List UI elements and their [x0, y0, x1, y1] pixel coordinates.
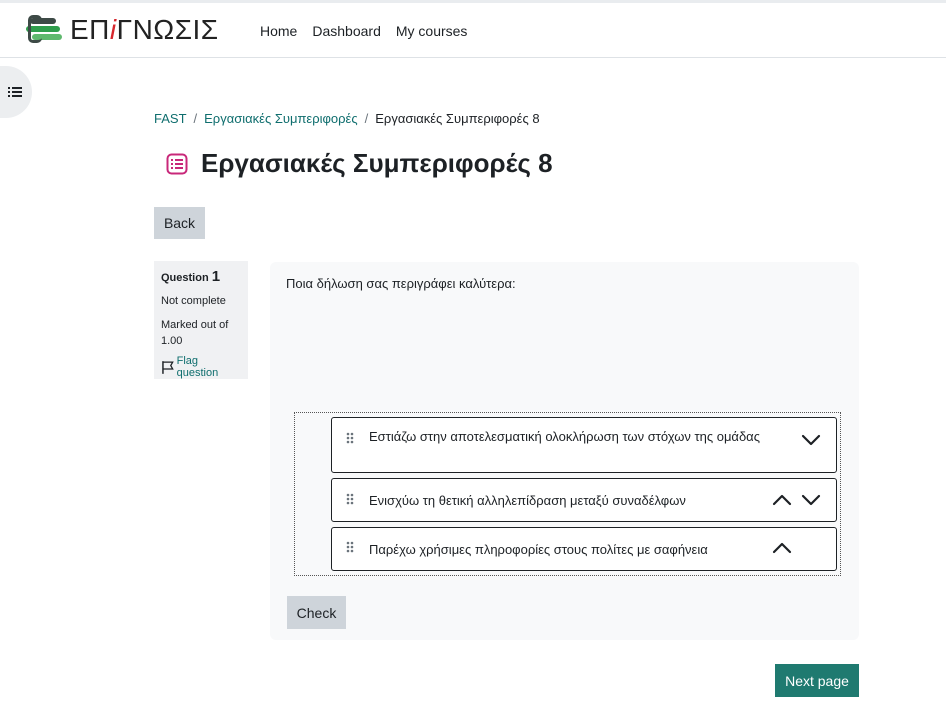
- breadcrumb-fast[interactable]: FAST: [154, 111, 187, 126]
- breadcrumb-separator: /: [193, 111, 198, 126]
- navbar: ΕΠiΓΝΩΣΙΣ Home Dashboard My courses: [0, 3, 946, 58]
- drag-handle-icon[interactable]: [346, 541, 354, 553]
- drag-handle-icon[interactable]: [346, 493, 354, 505]
- site-logo[interactable]: ΕΠiΓΝΩΣΙΣ: [26, 15, 219, 45]
- list-icon: [8, 87, 22, 97]
- move-down-icon[interactable]: [800, 429, 822, 451]
- ordering-item-label: Εστιάζω στην αποτελεσματική ολοκλήρωση τ…: [369, 429, 760, 444]
- flag-question-link[interactable]: Flag question: [161, 355, 241, 379]
- question-number: Question 1: [161, 268, 221, 285]
- ordering-item[interactable]: Εστιάζω στην αποτελεσματική ολοκλήρωση τ…: [331, 417, 837, 473]
- question-marks: Marked out of 1.00: [161, 319, 229, 347]
- page-header: Εργασιακές Συμπεριφορές 8: [166, 148, 553, 179]
- nav-my-courses[interactable]: My courses: [396, 23, 468, 39]
- nav-home[interactable]: Home: [260, 23, 297, 39]
- ordering-item[interactable]: Παρέχω χρήσιμες πληροφορίες στους πολίτε…: [331, 527, 837, 571]
- primary-navigation: Home Dashboard My courses: [260, 23, 467, 39]
- quiz-icon: [166, 153, 188, 174]
- question-text: Ποια δήλωση σας περιγράφει καλύτερα:: [286, 276, 516, 291]
- question-info-panel: Question 1 Not complete Marked out of 1.…: [154, 261, 248, 379]
- ordering-item-label: Παρέχω χρήσιμες πληροφορίες στους πολίτε…: [369, 542, 708, 557]
- question-content: Ποια δήλωση σας περιγράφει καλύτερα: Εστ…: [270, 262, 859, 640]
- breadcrumb-separator: /: [364, 111, 369, 126]
- logo-text: ΕΠiΓΝΩΣΙΣ: [70, 14, 219, 45]
- move-up-icon[interactable]: [771, 537, 793, 559]
- back-button[interactable]: Back: [154, 207, 205, 239]
- breadcrumb: FAST / Εργασιακές Συμπεριφορές / Εργασια…: [154, 111, 540, 126]
- next-page-button[interactable]: Next page: [775, 664, 859, 697]
- breadcrumb-course[interactable]: Εργασιακές Συμπεριφορές: [204, 111, 357, 126]
- breadcrumb-current: Εργασιακές Συμπεριφορές 8: [375, 111, 540, 126]
- question-state: Not complete: [161, 295, 226, 307]
- logo-mark-icon: [26, 15, 66, 45]
- course-index-toggle[interactable]: [0, 66, 32, 118]
- page-title: Εργασιακές Συμπεριφορές 8: [201, 148, 553, 178]
- move-down-icon[interactable]: [800, 489, 822, 511]
- ordering-list: Εστιάζω στην αποτελεσματική ολοκλήρωση τ…: [294, 412, 841, 576]
- check-button[interactable]: Check: [287, 596, 346, 629]
- drag-handle-icon[interactable]: [346, 432, 354, 444]
- move-up-icon[interactable]: [771, 489, 793, 511]
- flag-question-label: Flag question: [176, 355, 219, 379]
- nav-dashboard[interactable]: Dashboard: [312, 23, 381, 39]
- flag-icon: [162, 360, 174, 374]
- ordering-item-label: Ενισχύω τη θετική αλληλεπίδραση μεταξύ σ…: [369, 493, 686, 508]
- ordering-item[interactable]: Ενισχύω τη θετική αλληλεπίδραση μεταξύ σ…: [331, 478, 837, 522]
